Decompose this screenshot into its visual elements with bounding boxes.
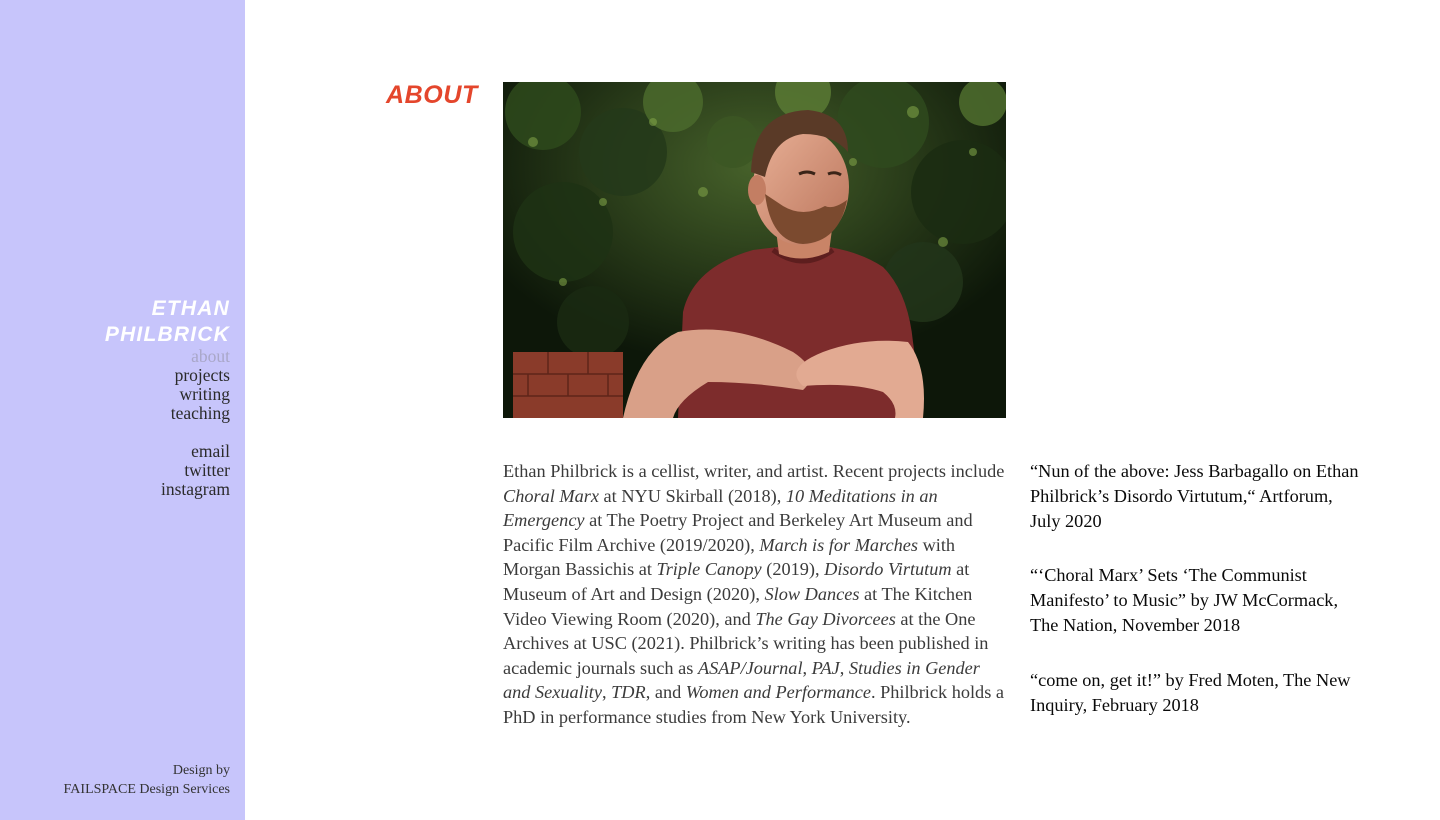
bio-work-title: TDR bbox=[611, 682, 646, 703]
bio-text: at NYU Skirball (2018), bbox=[598, 485, 786, 506]
sidebar: ETHAN PHILBRICK about projects writing t… bbox=[0, 0, 245, 820]
nav-link-projects[interactable]: projects bbox=[171, 366, 230, 385]
press-list: “Nun of the above: Jess Barbagallo on Et… bbox=[1030, 459, 1360, 747]
site-title-first-name: ETHAN bbox=[151, 297, 230, 320]
bio-text: (2019), bbox=[761, 559, 825, 580]
social-navigation: email twitter instagram bbox=[161, 442, 230, 499]
social-link-instagram[interactable]: instagram bbox=[161, 480, 230, 499]
bio-text: , bbox=[839, 657, 849, 678]
bio-work-title: Choral Marx bbox=[503, 485, 599, 506]
bio-work-title: Triple Canopy bbox=[656, 559, 762, 580]
bio-text: , and bbox=[645, 682, 686, 703]
bio-text: , bbox=[802, 657, 812, 678]
bio-work-title: PAJ bbox=[811, 657, 840, 678]
press-link[interactable]: “come on, get it!” by Fred Moten, The Ne… bbox=[1030, 668, 1360, 718]
page-title: ABOUT bbox=[386, 81, 478, 109]
social-link-email[interactable]: email bbox=[161, 442, 230, 461]
press-link[interactable]: “‘Choral Marx’ Sets ‘The Communist Manif… bbox=[1030, 563, 1360, 637]
portrait-photo bbox=[503, 82, 1006, 418]
bio-text: , bbox=[602, 682, 612, 703]
site-title[interactable]: ETHAN PHILBRICK bbox=[30, 296, 230, 348]
bio-work-title: Slow Dances bbox=[764, 583, 860, 604]
bio-work-title: The Gay Divorcees bbox=[755, 608, 896, 629]
bio-work-title: Women and Performance bbox=[685, 682, 871, 703]
site-title-last-name: PHILBRICK bbox=[104, 323, 230, 346]
main-navigation: about projects writing teaching bbox=[171, 347, 230, 423]
bio-work-title: Disordo Virtutum bbox=[824, 559, 952, 580]
nav-link-writing[interactable]: writing bbox=[171, 385, 230, 404]
nav-link-teaching[interactable]: teaching bbox=[171, 404, 230, 423]
nav-link-about[interactable]: about bbox=[171, 347, 230, 366]
bio-work-title: March is for Marches bbox=[759, 534, 918, 555]
press-link[interactable]: “Nun of the above: Jess Barbagallo on Et… bbox=[1030, 459, 1360, 533]
social-link-twitter[interactable]: twitter bbox=[161, 461, 230, 480]
design-credit: Design by FAILSPACE Design Services bbox=[64, 761, 230, 799]
design-credit-studio[interactable]: FAILSPACE Design Services bbox=[64, 780, 230, 799]
bio-paragraph: Ethan Philbrick is a cellist, writer, an… bbox=[503, 459, 1005, 730]
bio-text: Ethan Philbrick is a cellist, writer, an… bbox=[503, 461, 1005, 481]
design-credit-label: Design by bbox=[172, 763, 230, 778]
bio-work-title: ASAP/Journal bbox=[697, 657, 803, 678]
